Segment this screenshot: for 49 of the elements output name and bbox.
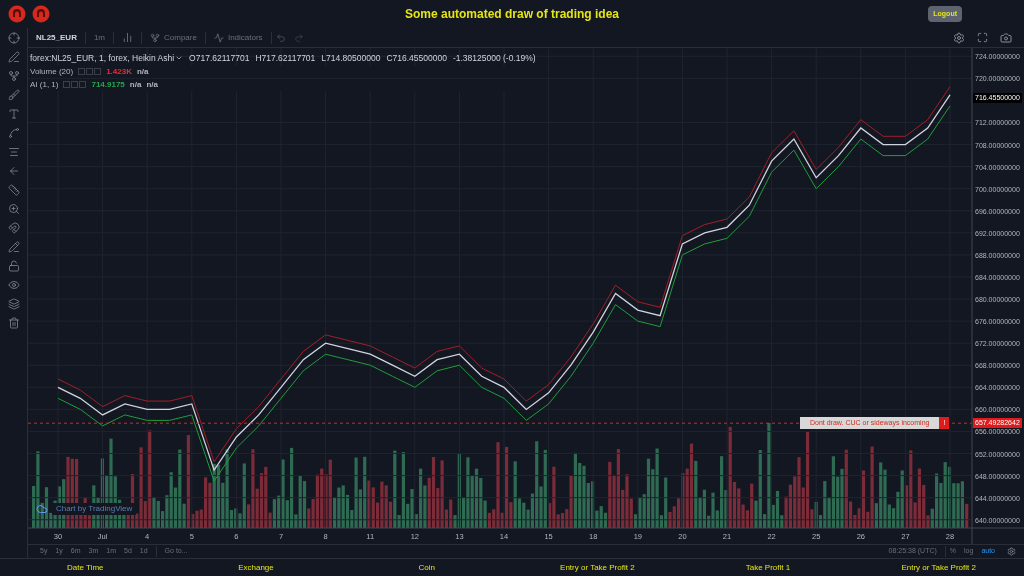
change-value: -1.38125000 (-0.19%) [452,52,536,65]
curve-icon[interactable] [7,127,20,139]
study-value: 714.9175 [91,78,125,91]
camera-icon[interactable] [1000,31,1012,44]
magnet-icon[interactable] [7,222,20,234]
trash-icon[interactable] [7,317,20,329]
study-title[interactable]: AI (1, 1) [30,78,59,91]
eye-icon[interactable] [7,279,20,291]
column-heading: Entry or Take Profit 2 [559,561,636,574]
column-heading: Take Profit 1 [744,561,792,574]
layers-icon[interactable] [7,298,20,310]
high-value: H717.62117701 [255,52,316,65]
column-heading: Entry or Take Profit 2 [900,561,977,574]
column-heading: Exchange [237,561,275,574]
lines-icon[interactable] [7,146,20,158]
page-title: Some automated draw of trading idea [405,6,619,23]
interval-button[interactable]: 1m [85,31,115,44]
logo-icon [32,5,50,23]
close-value: C716.45500000 [386,52,447,65]
low-value: L714.80500000 [321,52,381,65]
study-value: n/a [146,78,158,91]
unlock-icon[interactable] [7,260,20,272]
fork-icon[interactable] [7,70,20,82]
column-heading: Date Time [66,561,105,574]
pencil-icon[interactable] [7,241,20,253]
ruler-icon[interactable] [7,184,20,196]
indicators-button[interactable]: Indicators [205,31,272,44]
attribution-link[interactable]: Chart by TradingView [52,503,137,515]
zoom-in-icon[interactable] [7,203,20,215]
column-heading: Coin [417,561,436,574]
arrow-left-icon[interactable] [7,165,20,177]
open-value: O717.62117701 [189,52,250,65]
series-title[interactable]: forex:NL25_EUR, 1, forex, Heikin Ashi [30,52,175,65]
study-value: n/a [129,78,142,91]
crosshair-icon[interactable] [7,32,20,44]
symbol-button[interactable]: NL25_EUR [28,31,86,44]
wave-icon [213,32,224,43]
brush-icon[interactable] [7,89,20,101]
logo-icon [8,5,26,23]
fullscreen-icon[interactable] [977,32,988,43]
compare-button[interactable]: Compare [141,31,206,44]
settings-icon[interactable] [953,31,965,44]
settings-icon[interactable] [1007,547,1016,556]
compare-icon [150,32,161,43]
study-value: n/a [136,65,149,78]
study-title[interactable]: Volume (20) [30,65,74,78]
text-icon[interactable] [7,108,20,120]
cloud-icon [36,503,48,515]
study-value: 1.423K [106,65,132,78]
